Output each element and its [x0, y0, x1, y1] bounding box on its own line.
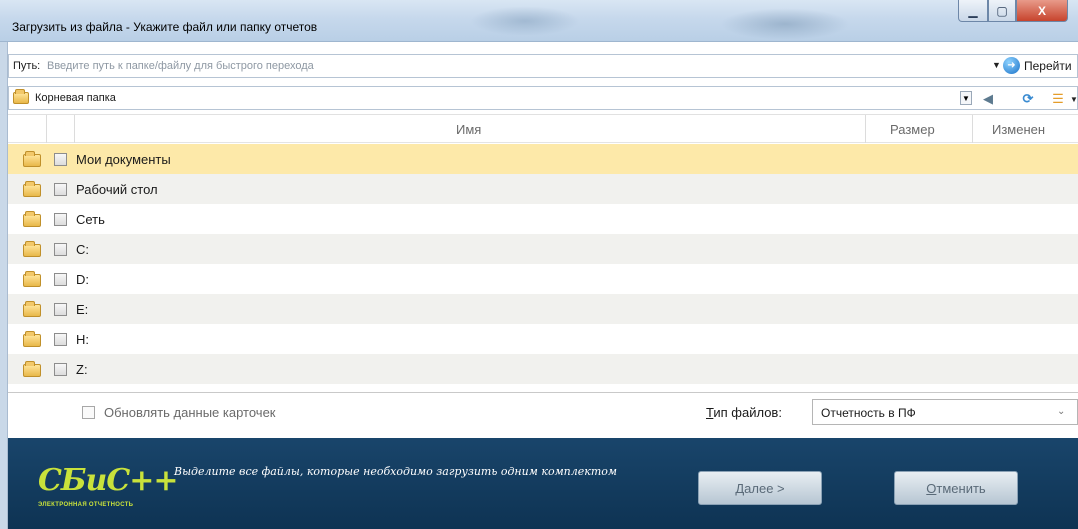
row-checkbox[interactable] [54, 243, 67, 256]
arrow-right-icon: ➜ [1003, 57, 1020, 74]
title-bar-glass [470, 6, 580, 36]
bottom-banner: СБиС++ ЭЛЕКТРОННАЯ ОТЧЕТНОСТЬ Выделите в… [8, 438, 1078, 529]
row-checkbox[interactable] [54, 213, 67, 226]
view-mode-dropdown[interactable]: ▼ [1065, 90, 1078, 108]
update-cards-label[interactable]: Обновлять данные карточек [104, 405, 276, 420]
table-row[interactable]: Мои документы [8, 144, 1078, 174]
file-type-select[interactable]: Отчетность в ПФ ⌄ [812, 399, 1078, 425]
table-row[interactable]: Сеть [8, 204, 1078, 234]
row-label: C: [76, 242, 89, 257]
column-separator [46, 115, 47, 143]
row-label: Мои документы [76, 152, 171, 167]
row-label: H: [76, 332, 89, 347]
table-row[interactable]: E: [8, 294, 1078, 324]
path-input[interactable] [47, 57, 947, 75]
row-checkbox[interactable] [54, 363, 67, 376]
options-panel: Обновлять данные карточек Тип файлов: От… [8, 392, 1078, 438]
column-header-name[interactable]: Имя [456, 122, 481, 137]
path-history-dropdown[interactable]: ▼ [992, 60, 1001, 70]
table-row[interactable]: Z: [8, 354, 1078, 384]
column-header-size[interactable]: Размер [890, 122, 935, 137]
row-label: D: [76, 272, 89, 287]
row-checkbox[interactable] [54, 333, 67, 346]
logo: СБиС++ [38, 463, 178, 498]
file-table: Имя Размер Изменен Мои документы Рабочий… [8, 114, 1078, 392]
column-separator[interactable] [972, 115, 973, 143]
folder-icon [23, 211, 41, 227]
column-separator[interactable] [865, 115, 866, 143]
cancel-button[interactable]: Отменить [894, 471, 1018, 505]
back-icon[interactable]: ◀ [979, 90, 997, 108]
row-label: Z: [76, 362, 88, 377]
table-header: Имя Размер Изменен [8, 115, 1078, 143]
file-type-value: Отчетность в ПФ [821, 406, 916, 420]
go-button[interactable]: ➜ Перейти [1003, 57, 1072, 74]
row-checkbox[interactable] [54, 273, 67, 286]
minimize-button[interactable]: ▁ [958, 0, 988, 22]
folder-icon [23, 361, 41, 377]
folder-icon [23, 241, 41, 257]
table-row[interactable]: H: [8, 324, 1078, 354]
file-type-label: Тип файлов: [706, 405, 782, 420]
table-row[interactable]: Рабочий стол [8, 174, 1078, 204]
folder-icon [23, 181, 41, 197]
row-label: Сеть [76, 212, 105, 227]
update-cards-checkbox[interactable] [82, 406, 95, 419]
title-bar: Загрузить из файла - Укажите файл или па… [0, 0, 1078, 42]
folder-dropdown[interactable]: ▼ [960, 91, 972, 105]
folder-icon [23, 331, 41, 347]
row-label: Рабочий стол [76, 182, 158, 197]
row-label: E: [76, 302, 89, 317]
folder-bar: Корневая папка ▼ ◀ ⟳ ☰ ▼ [8, 86, 1078, 110]
close-button[interactable]: X [1016, 0, 1068, 22]
column-header-modified[interactable]: Изменен [992, 122, 1045, 137]
maximize-button[interactable]: ▢ [988, 0, 1016, 22]
folder-icon [13, 89, 29, 104]
folder-icon [23, 151, 41, 167]
row-checkbox[interactable] [54, 183, 67, 196]
refresh-icon[interactable]: ⟳ [1019, 90, 1037, 108]
folder-icon [23, 271, 41, 287]
current-folder-label: Корневая папка [35, 92, 116, 104]
table-row[interactable]: C: [8, 234, 1078, 264]
table-row[interactable]: D: [8, 264, 1078, 294]
chevron-down-icon: ⌄ [1057, 406, 1066, 417]
window-title: Загрузить из файла - Укажите файл или па… [12, 20, 318, 34]
row-checkbox[interactable] [54, 303, 67, 316]
row-checkbox[interactable] [54, 153, 67, 166]
column-separator [74, 115, 75, 143]
close-icon: X [1037, 3, 1046, 18]
next-button[interactable]: Далее > [698, 471, 822, 505]
path-label: Путь: [13, 60, 41, 72]
window-frame-edge [0, 42, 8, 529]
logo-subtitle: ЭЛЕКТРОННАЯ ОТЧЕТНОСТЬ [38, 502, 134, 508]
path-bar: Путь: ▼ ➜ Перейти [8, 54, 1078, 78]
folder-icon [23, 301, 41, 317]
go-label: Перейти [1024, 58, 1072, 73]
minimize-icon: ▁ [968, 3, 978, 18]
instruction-text: Выделите все файлы, которые необходимо з… [174, 465, 618, 478]
title-bar-glass [720, 8, 850, 40]
maximize-icon: ▢ [996, 3, 1008, 18]
